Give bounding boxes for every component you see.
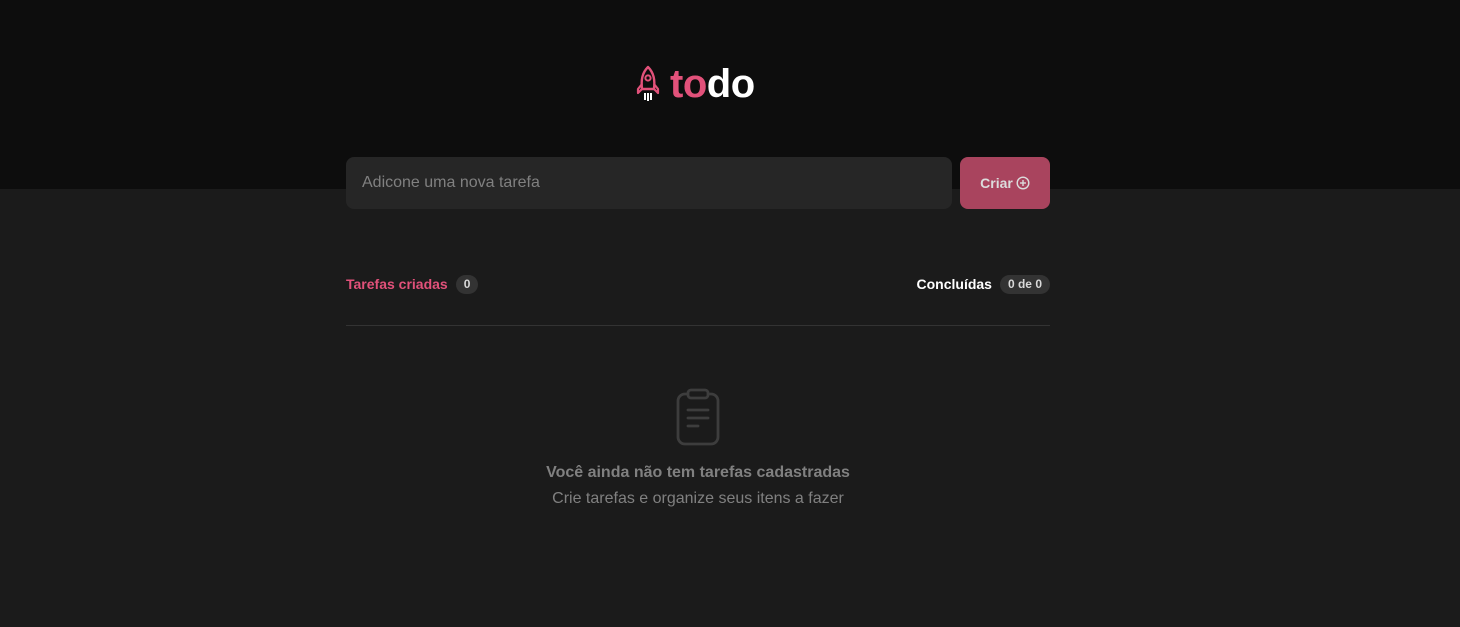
todo-app: todo Criar Tarefas criadas 0 Concluídas … — [0, 0, 1460, 627]
new-task-input[interactable] — [346, 157, 952, 209]
done-counter-label: Concluídas — [916, 276, 992, 292]
create-button-label: Criar — [980, 175, 1013, 191]
rocket-icon — [636, 65, 660, 103]
logo: todo — [636, 62, 755, 106]
created-count-badge: 0 — [455, 274, 479, 294]
divider — [346, 325, 1050, 326]
done-counter: Concluídas 0 de 0 — [916, 274, 1050, 294]
done-count-badge: 0 de 0 — [999, 274, 1050, 294]
logo-text-to: to — [670, 62, 707, 106]
clipboard-icon — [346, 388, 1050, 446]
plus-circle-icon — [1016, 176, 1030, 190]
created-counter: Tarefas criadas 0 — [346, 274, 479, 294]
task-counters: Tarefas criadas 0 Concluídas 0 de 0 — [346, 274, 1050, 294]
created-counter-label: Tarefas criadas — [346, 276, 448, 292]
empty-state: Você ainda não tem tarefas cadastradas C… — [346, 388, 1050, 510]
empty-state-title: Você ainda não tem tarefas cadastradas — [546, 464, 850, 481]
new-task-form: Criar — [346, 157, 1050, 209]
empty-state-subtitle: Crie tarefas e organize seus itens a faz… — [552, 490, 844, 507]
create-button[interactable]: Criar — [960, 157, 1050, 209]
logo-text: todo — [670, 62, 755, 106]
logo-text-do: do — [706, 62, 755, 106]
